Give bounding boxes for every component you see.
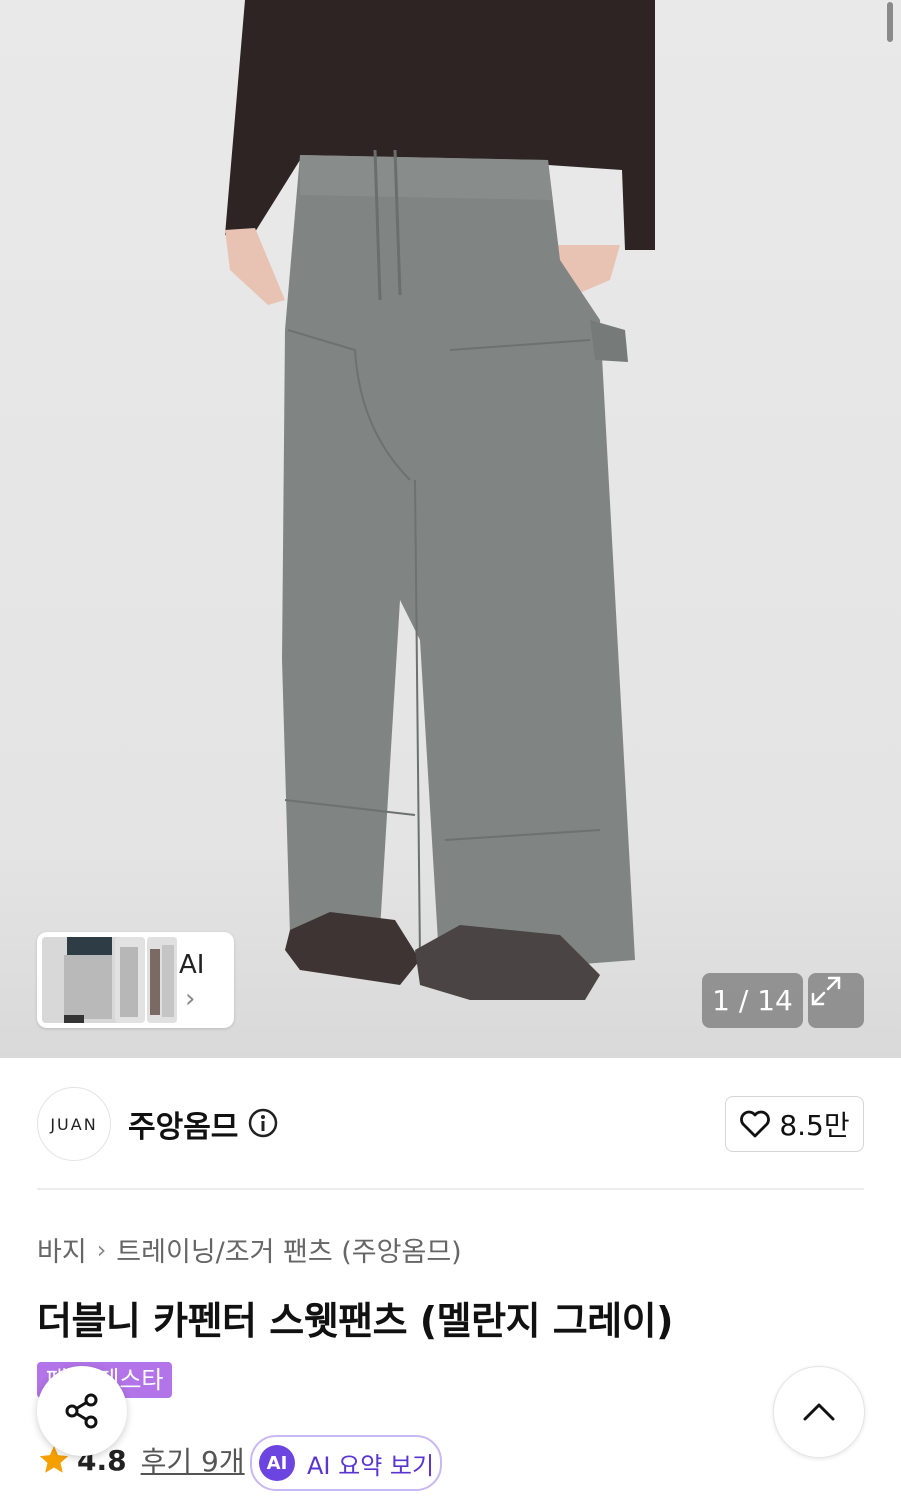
ai-summary-label: AI 요약 보기: [307, 1451, 435, 1480]
info-icon[interactable]: [248, 1108, 278, 1142]
breadcrumb-subcategory[interactable]: 트레이닝/조거 팬츠 (주앙옴므): [116, 1230, 461, 1269]
image-counter: 1 / 14: [702, 973, 803, 1028]
reviews-link[interactable]: 후기 9개: [141, 1440, 245, 1480]
brand-logo[interactable]: JUAN: [37, 1087, 111, 1161]
scroll-top-button[interactable]: [773, 1366, 865, 1458]
chevron-right-icon: ›: [185, 984, 196, 1014]
chevron-right-icon: ›: [96, 1235, 107, 1264]
breadcrumb: 바지 › 트레이닝/조거 팬츠 (주앙옴므): [37, 1230, 462, 1269]
expand-button[interactable]: [808, 973, 864, 1028]
ai-summary-button[interactable]: AI AI 요약 보기: [250, 1435, 442, 1491]
chevron-up-icon: [803, 1403, 835, 1421]
ai-label: AI: [179, 950, 205, 980]
ai-similar-thumbnails[interactable]: AI ›: [37, 932, 234, 1028]
product-photo: [0, 0, 901, 1058]
like-button[interactable]: 8.5만: [725, 1096, 864, 1152]
breadcrumb-category[interactable]: 바지: [37, 1230, 87, 1269]
share-button[interactable]: [37, 1366, 127, 1456]
divider: [37, 1188, 864, 1190]
thumbnail-3: [147, 937, 177, 1023]
product-title: 더블니 카펜터 스웻팬츠 (멜란지 그레이): [37, 1299, 674, 1343]
brand-name[interactable]: 주앙옴므: [128, 1102, 238, 1146]
product-image[interactable]: AI › 1 / 14: [0, 0, 901, 1058]
expand-icon: [811, 976, 841, 1006]
heart-icon: [740, 1110, 771, 1138]
like-count: 8.5만: [779, 1109, 850, 1142]
thumbnail-2: [115, 937, 145, 1023]
share-icon: [65, 1393, 98, 1429]
ai-icon: AI: [259, 1445, 295, 1481]
scroll-indicator[interactable]: [887, 2, 893, 42]
